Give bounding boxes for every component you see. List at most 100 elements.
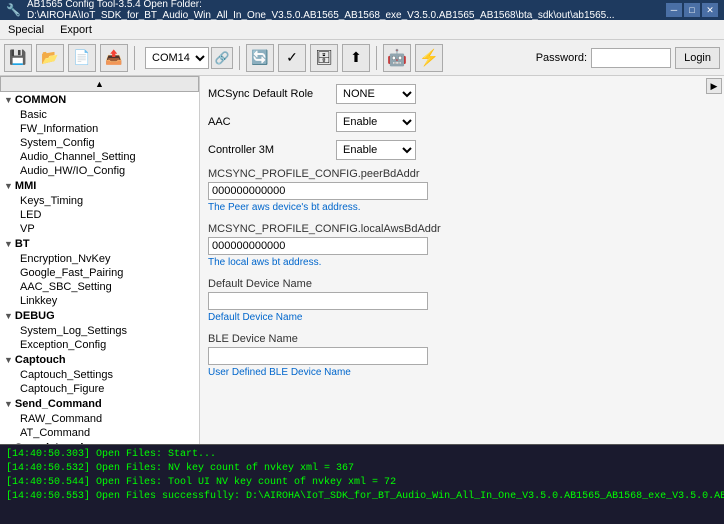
open-button[interactable]: 📂 bbox=[36, 44, 64, 72]
sidebar-category-send-command-label: Send_Command bbox=[15, 398, 102, 410]
sidebar-scroll-up[interactable]: ▲ bbox=[0, 76, 199, 92]
password-label: Password: bbox=[536, 52, 587, 64]
sidebar-item-fw-info[interactable]: FW_Information bbox=[0, 122, 199, 136]
local-addr-section: MCSYNC_PROFILE_CONFIG.localAwsBdAddr The… bbox=[208, 223, 716, 268]
com-port-select[interactable]: COM14 bbox=[145, 47, 209, 69]
menu-export[interactable]: Export bbox=[56, 23, 96, 37]
sidebar-item-keys-timing[interactable]: Keys_Timing bbox=[0, 194, 199, 208]
login-button[interactable]: Login bbox=[675, 47, 720, 69]
device-name-section: Default Device Name Default Device Name bbox=[208, 278, 716, 323]
sidebar-category-send-command[interactable]: ▼ Send_Command bbox=[0, 396, 199, 412]
export-button[interactable]: 📤 bbox=[100, 44, 128, 72]
mcsync-role-select[interactable]: NONE MASTER SLAVE bbox=[336, 84, 416, 104]
sidebar-category-bt-label: BT bbox=[15, 238, 30, 250]
sidebar-category-captouch-label: Captouch bbox=[15, 354, 66, 366]
app-icon: 🔧 bbox=[6, 3, 21, 17]
log-line-1: [14:40:50.532] Open Files: NV key count … bbox=[6, 462, 718, 476]
peer-addr-input[interactable] bbox=[208, 182, 428, 200]
triangle-debug: ▼ bbox=[4, 311, 13, 321]
password-section: Password: Login bbox=[536, 47, 720, 69]
log-line-3: [14:40:50.553] Open Files successfully: … bbox=[6, 490, 718, 504]
sidebar-item-syslog[interactable]: System_Log_Settings bbox=[0, 324, 199, 338]
separator-3 bbox=[376, 46, 377, 70]
sidebar-item-aac-sbc[interactable]: AAC_SBC_Setting bbox=[0, 280, 199, 294]
sidebar-category-mmi[interactable]: ▼ MMI bbox=[0, 178, 199, 194]
sidebar-item-captouch-figure[interactable]: Captouch_Figure bbox=[0, 382, 199, 396]
menu-bar: Special Export bbox=[0, 20, 724, 40]
local-addr-input[interactable] bbox=[208, 237, 428, 255]
password-input[interactable] bbox=[591, 48, 671, 68]
device-name-input[interactable] bbox=[208, 292, 428, 310]
local-addr-hint: The local aws bt address. bbox=[208, 257, 716, 268]
new-button[interactable]: 📄 bbox=[68, 44, 96, 72]
triangle-bt: ▼ bbox=[4, 239, 13, 249]
sidebar-item-audio-channel[interactable]: Audio_Channel_Setting bbox=[0, 150, 199, 164]
bluetooth-button[interactable]: ⚡ bbox=[415, 44, 443, 72]
sidebar-item-basic[interactable]: Basic bbox=[0, 108, 199, 122]
title-bar: 🔧 AB1565 Config Tool-3.5.4 Open Folder: … bbox=[0, 0, 724, 20]
ble-device-name-input[interactable] bbox=[208, 347, 428, 365]
controller-3m-select[interactable]: Enable Disable bbox=[336, 140, 416, 160]
sidebar-category-debug-label: DEBUG bbox=[15, 310, 55, 322]
mcsync-role-label: MCSync Default Role bbox=[208, 88, 328, 100]
triangle-common: ▼ bbox=[4, 95, 13, 105]
refresh-button[interactable]: 🔄 bbox=[246, 44, 274, 72]
check-button[interactable]: ✓ bbox=[278, 44, 306, 72]
mcsync-role-row: MCSync Default Role NONE MASTER SLAVE bbox=[208, 84, 716, 104]
title-bar-title: AB1565 Config Tool-3.5.4 Open Folder: D:… bbox=[27, 0, 666, 21]
database-button[interactable]: 🗄 bbox=[310, 44, 338, 72]
sidebar-item-google-fast[interactable]: Google_Fast_Pairing bbox=[0, 266, 199, 280]
android-button[interactable]: 🤖 bbox=[383, 44, 411, 72]
aac-select[interactable]: Enable Disable bbox=[336, 112, 416, 132]
sidebar-item-exception[interactable]: Exception_Config bbox=[0, 338, 199, 352]
sidebar-category-common-label: COMMON bbox=[15, 94, 66, 106]
connect-button[interactable]: 🔗 bbox=[211, 47, 233, 69]
peer-addr-section-label: MCSYNC_PROFILE_CONFIG.peerBdAddr bbox=[208, 168, 716, 180]
maximize-button[interactable]: □ bbox=[684, 3, 700, 17]
toolbar: 💾 📂 📄 📤 COM14 🔗 🔄 ✓ 🗄 ⬆ 🤖 ⚡ Password: Lo… bbox=[0, 40, 724, 76]
sidebar-category-bt[interactable]: ▼ BT bbox=[0, 236, 199, 252]
sidebar: ▲ ▼ COMMON Basic FW_Information System_C… bbox=[0, 76, 200, 444]
upload-button[interactable]: ⬆ bbox=[342, 44, 370, 72]
content-area: ▶ MCSync Default Role NONE MASTER SLAVE … bbox=[200, 76, 724, 444]
peer-addr-section: MCSYNC_PROFILE_CONFIG.peerBdAddr The Pee… bbox=[208, 168, 716, 213]
triangle-mmi: ▼ bbox=[4, 181, 13, 191]
log-line-0: [14:40:50.303] Open Files: Start... bbox=[6, 448, 718, 462]
aac-label: AAC bbox=[208, 116, 328, 128]
ble-device-name-hint: User Defined BLE Device Name bbox=[208, 367, 716, 378]
sidebar-item-audio-hw[interactable]: Audio_HW/IO_Config bbox=[0, 164, 199, 178]
close-button[interactable]: ✕ bbox=[702, 3, 718, 17]
sidebar-item-at-command[interactable]: AT_Command bbox=[0, 426, 199, 440]
sidebar-item-system-config[interactable]: System_Config bbox=[0, 136, 199, 150]
content-scroll-btn[interactable]: ▶ bbox=[706, 78, 722, 94]
save-button[interactable]: 💾 bbox=[4, 44, 32, 72]
separator-2 bbox=[239, 46, 240, 70]
separator-1 bbox=[134, 46, 135, 70]
triangle-send-command: ▼ bbox=[4, 399, 13, 409]
sidebar-item-vp[interactable]: VP bbox=[0, 222, 199, 236]
sidebar-item-led[interactable]: LED bbox=[0, 208, 199, 222]
sidebar-category-sound-level[interactable]: ▼ Sound_Level bbox=[0, 440, 199, 444]
controller-3m-row: Controller 3M Enable Disable bbox=[208, 140, 716, 160]
device-name-hint: Default Device Name bbox=[208, 312, 716, 323]
sidebar-item-linkkey[interactable]: Linkkey bbox=[0, 294, 199, 308]
sidebar-category-common[interactable]: ▼ COMMON bbox=[0, 92, 199, 108]
sidebar-category-captouch[interactable]: ▼ Captouch bbox=[0, 352, 199, 368]
menu-special[interactable]: Special bbox=[4, 23, 48, 37]
local-addr-section-label: MCSYNC_PROFILE_CONFIG.localAwsBdAddr bbox=[208, 223, 716, 235]
sidebar-category-debug[interactable]: ▼ DEBUG bbox=[0, 308, 199, 324]
aac-row: AAC Enable Disable bbox=[208, 112, 716, 132]
sidebar-item-encryption[interactable]: Encryption_NvKey bbox=[0, 252, 199, 266]
sidebar-item-raw-command[interactable]: RAW_Command bbox=[0, 412, 199, 426]
triangle-sound-level: ▼ bbox=[4, 443, 13, 444]
title-bar-left: 🔧 AB1565 Config Tool-3.5.4 Open Folder: … bbox=[6, 0, 666, 21]
controller-3m-label: Controller 3M bbox=[208, 144, 328, 156]
sidebar-item-captouch-settings[interactable]: Captouch_Settings bbox=[0, 368, 199, 382]
main-container: ▲ ▼ COMMON Basic FW_Information System_C… bbox=[0, 76, 724, 444]
title-bar-controls: ─ □ ✕ bbox=[666, 3, 718, 17]
sidebar-category-mmi-label: MMI bbox=[15, 180, 36, 192]
minimize-button[interactable]: ─ bbox=[666, 3, 682, 17]
ble-device-name-section: BLE Device Name User Defined BLE Device … bbox=[208, 333, 716, 378]
device-name-section-label: Default Device Name bbox=[208, 278, 716, 290]
log-area: [14:40:50.303] Open Files: Start... [14:… bbox=[0, 444, 724, 524]
